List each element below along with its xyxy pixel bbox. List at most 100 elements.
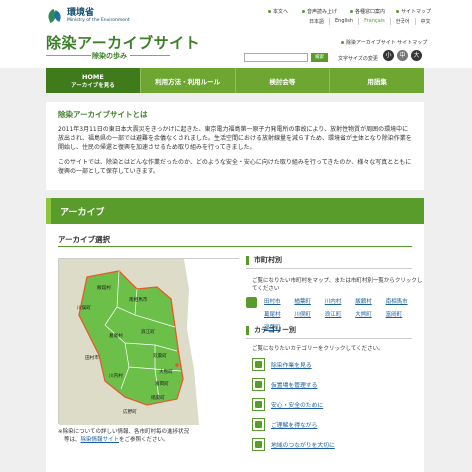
- lang-ja[interactable]: 日本語: [304, 18, 329, 25]
- category-item[interactable]: 仮置場を管理する: [252, 378, 317, 391]
- category-label: 除染作業を見る: [271, 363, 312, 369]
- fukushima-map[interactable]: 飯舘村 南相馬市 川俣町 葛尾村 浪江町 田村市 双葉町 大熊町 川内村 富岡町…: [58, 258, 240, 425]
- category-item[interactable]: 安心・安全のために: [252, 398, 323, 411]
- archive-select-title: アーカイブ選択: [58, 235, 111, 244]
- category-label: ご理解を得ながら: [271, 423, 318, 429]
- category-item[interactable]: ご理解を得ながら: [252, 418, 317, 431]
- map-note-text: ※除染についての詳しい情報、各市町村毎の進捗状況: [58, 429, 189, 435]
- util-link-voice[interactable]: 音声読み上げ: [302, 8, 337, 15]
- category-label: 安心・安全のために: [271, 403, 324, 409]
- map-label-minamisoma[interactable]: 南相馬市: [129, 296, 148, 303]
- nav-usage-label: 利用方法・利用ルール: [155, 77, 221, 86]
- nav-home-label: HOME: [81, 72, 104, 81]
- util-link-sitemap[interactable]: サイトマップ: [396, 8, 431, 15]
- map-label-okuma[interactable]: 大熊町: [159, 368, 173, 375]
- category-label: 地域のつながりを大切に: [271, 443, 335, 449]
- map-note-text: 等は、: [64, 437, 81, 443]
- util-link-label: サイトマップ: [401, 9, 432, 15]
- category-item[interactable]: 地域のつながりを大切に: [252, 438, 335, 451]
- nav-committee[interactable]: 検討会等: [235, 68, 331, 93]
- town-link-kawamata[interactable]: 川俣町: [294, 310, 324, 318]
- divider: [46, 55, 91, 56]
- about-paragraph: このサイトでは、除染とはどんな作業だったのか、どのような安全・安心に向けた取り組…: [58, 159, 412, 175]
- site-subtitle: 除染の歩み: [92, 52, 127, 60]
- search-input[interactable]: [244, 53, 308, 62]
- lang-zh[interactable]: 中文: [414, 18, 436, 25]
- divider: [130, 55, 170, 56]
- temporary-storage-icon: [252, 378, 265, 391]
- bullet-icon: [302, 10, 305, 13]
- town-link-tamura[interactable]: 田村市: [264, 297, 294, 305]
- map-label-futaba[interactable]: 双葉町: [153, 352, 167, 359]
- nav-usage[interactable]: 利用方法・利用ルール: [140, 68, 236, 93]
- map-label-namie[interactable]: 浪江町: [141, 328, 155, 335]
- search-button[interactable]: 検索: [311, 53, 328, 62]
- text-size-large-button[interactable]: 大: [411, 50, 422, 61]
- text-size-medium-button[interactable]: 中: [397, 50, 408, 61]
- sitemap-link-label: 除染アーカイブサイト サイトマップ: [346, 40, 428, 46]
- understanding-icon: [252, 418, 265, 431]
- decontamination-info-link[interactable]: 除染情報サイト: [81, 437, 120, 443]
- ministry-name-ja: 環境省: [67, 8, 95, 18]
- divider: [246, 268, 412, 269]
- lang-en[interactable]: English: [329, 18, 358, 25]
- lang-fr[interactable]: Français: [358, 18, 390, 25]
- lang-ko[interactable]: 한국어: [389, 18, 415, 25]
- town-link-tomioka[interactable]: 富岡町: [386, 310, 416, 318]
- town-list-icon: [246, 297, 257, 308]
- bullet-icon: [396, 10, 399, 13]
- map-label-kawauchi[interactable]: 川内村: [109, 372, 123, 379]
- archive-heading: アーカイブ: [60, 208, 105, 218]
- archive-sitemap-link[interactable]: 除染アーカイブサイト サイトマップ: [341, 39, 427, 46]
- nav-home-sublabel: アーカイブを見る: [71, 82, 115, 89]
- map-label-katsurao[interactable]: 葛尾村: [109, 332, 123, 339]
- town-link-okuma[interactable]: 大熊町: [355, 310, 385, 318]
- text-size-label: 文字サイズの変更: [338, 56, 378, 62]
- by-category-description: ご覧になりたいカテゴリーをクリックしてください。: [252, 346, 384, 352]
- util-link-label: 本文へ: [273, 9, 289, 15]
- bullet-icon: [268, 10, 271, 13]
- text-size-small-button[interactable]: 小: [383, 50, 394, 61]
- nav-glossary[interactable]: 用語集: [330, 68, 424, 93]
- about-panel: 除染アーカイブサイトとは 2011年3月11日の東日本大震災をきっかけに起きた、…: [46, 102, 424, 190]
- map-svg: 飯舘村 南相馬市 川俣町 葛尾村 浪江町 田村市 双葉町 大熊町 川内村 富岡町…: [59, 259, 240, 425]
- divider: [58, 246, 412, 247]
- town-link-kawauchi[interactable]: 川内村: [325, 297, 355, 305]
- town-link-minamisoma[interactable]: 南相馬市: [386, 297, 416, 305]
- map-label-hirono[interactable]: 広野町: [123, 408, 137, 415]
- town-link-naraha[interactable]: 楢葉町: [294, 297, 324, 305]
- map-label-tamura[interactable]: 田村市: [85, 354, 99, 361]
- about-title: 除染アーカイブサイトとは: [58, 110, 148, 119]
- map-note: ※除染についての詳しい情報、各市町村毎の進捗状況 等は、除染情報サイトをご参照く…: [58, 428, 244, 444]
- decontamination-work-icon: [252, 358, 265, 371]
- about-paragraph: 2011年3月11日の東日本大震災をきっかけに起きた、東京電力福島第一原子力発電…: [58, 126, 412, 151]
- archive-heading-bar: アーカイブ: [46, 198, 424, 224]
- power-plant-marker-icon: [175, 363, 179, 367]
- safety-icon: [252, 398, 265, 411]
- bullet-icon: [350, 10, 353, 13]
- by-category-title: カテゴリー別: [246, 326, 296, 335]
- map-label-iitate[interactable]: 飯舘村: [97, 284, 111, 291]
- map-label-tomioka[interactable]: 富岡町: [155, 380, 169, 387]
- util-link-label: 各種窓口案内: [355, 9, 386, 15]
- by-town-title: 市町村別: [246, 256, 282, 265]
- nav-glossary-label: 用語集: [367, 77, 387, 86]
- town-link-namie[interactable]: 浪江町: [325, 310, 355, 318]
- nav-home[interactable]: HOME アーカイブを見る: [46, 68, 141, 93]
- town-link-katsurao[interactable]: 葛尾村: [264, 310, 294, 318]
- by-town-description: ご覧になりたい市町村をマップ、または市町村別一覧からクリックしてください: [252, 278, 423, 292]
- util-link-contact[interactable]: 各種窓口案内: [350, 8, 385, 15]
- site-title[interactable]: 除染アーカイブサイト: [46, 32, 200, 53]
- town-link-iitate[interactable]: 飯舘村: [355, 297, 385, 305]
- community-icon: [252, 438, 265, 451]
- category-label: 仮置場を管理する: [271, 383, 318, 389]
- ministry-logo[interactable]: 環境省 Ministry of the Environment: [46, 8, 130, 24]
- page: 環境省 Ministry of the Environment 本文へ 音声読み…: [0, 0, 472, 472]
- util-link-main[interactable]: 本文へ: [268, 8, 288, 15]
- map-label-naraha[interactable]: 楢葉町: [151, 394, 165, 401]
- map-note-text: をご参照ください。: [119, 437, 169, 443]
- map-label-kawamata[interactable]: 川俣町: [77, 304, 91, 311]
- category-item[interactable]: 除染作業を見る: [252, 358, 312, 371]
- util-link-label: 音声読み上げ: [307, 9, 338, 15]
- language-switcher: 日本語 English Français 한국어 中文: [304, 18, 436, 25]
